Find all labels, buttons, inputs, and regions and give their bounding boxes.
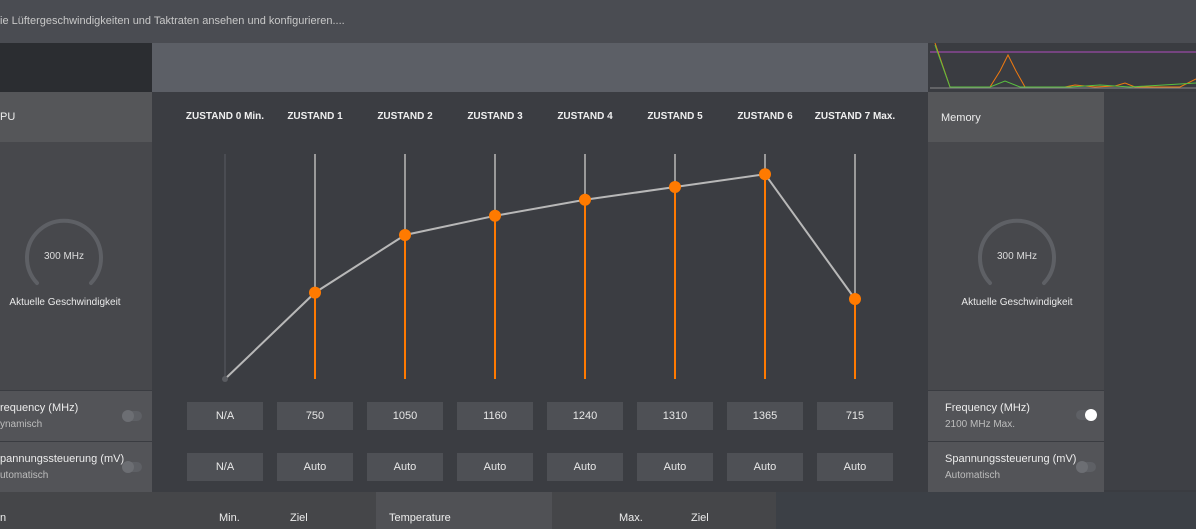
target-column-label-2: Ziel: [691, 512, 709, 524]
state-0-handle: [222, 376, 228, 382]
state-label-1: ZUSTAND 1: [287, 111, 343, 122]
nav-band-left: [0, 43, 152, 92]
state-1-voltage-box[interactable]: Auto: [277, 453, 353, 481]
memory-gauge-label: Aktuelle Geschwindigkeit: [961, 297, 1073, 308]
gpu-gauge-panel: 300 MHz Aktuelle Geschwindigkeit: [0, 142, 152, 390]
memory-frequency-title: Frequency (MHz): [945, 402, 1030, 414]
memory-panel-header: Memory: [928, 92, 1104, 142]
right-panel-strip-lower: [1104, 390, 1196, 490]
memory-voltage-mode: Automatisch: [945, 470, 1001, 481]
gpu-voltage-mode: utomatisch: [0, 470, 49, 481]
target-column-label: Ziel: [290, 512, 308, 524]
nav-band: [152, 43, 928, 92]
state-7-handle[interactable]: [849, 293, 861, 305]
gpu-voltage-row: pannungssteuerung (mV) utomatisch: [0, 442, 152, 492]
gpu-voltage-toggle[interactable]: [122, 461, 142, 473]
gpu-gauge-value: 300 MHz: [43, 251, 84, 262]
gpu-frequency-mode: ynamisch: [0, 419, 43, 430]
page-subtitle: ie Lüftergeschwindigkeiten und Taktraten…: [0, 15, 345, 27]
state-label-6: ZUSTAND 6: [737, 111, 793, 122]
state-4-handle[interactable]: [579, 193, 591, 206]
memory-frequency-row: Frequency (MHz) 2100 MHz Max.: [928, 391, 1104, 441]
state-6-handle[interactable]: [759, 168, 771, 181]
state-slider-chart[interactable]: [152, 150, 928, 390]
state-6-voltage-box[interactable]: Auto: [727, 453, 803, 481]
gpu-panel-title: PU: [0, 111, 16, 123]
gpu-frequency-row: requency (MHz) ynamisch: [0, 391, 152, 441]
state-2-voltage-box[interactable]: Auto: [367, 453, 443, 481]
memory-frequency-max: 2100 MHz Max.: [945, 419, 1016, 430]
state-0-voltage-box[interactable]: N/A: [187, 453, 263, 481]
state-1-frequency-box[interactable]: 750: [277, 402, 353, 430]
memory-voltage-title: Spannungssteuerung (mV): [945, 453, 1077, 465]
max-column-label: Max.: [619, 512, 643, 524]
state-5-frequency-box[interactable]: 1310: [637, 402, 713, 430]
min-column-label: Min.: [219, 512, 240, 524]
state-2-handle[interactable]: [399, 229, 411, 241]
state-5-voltage-box[interactable]: Auto: [637, 453, 713, 481]
state-label-4: ZUSTAND 4: [557, 111, 613, 122]
fan-section-right: [776, 492, 1196, 529]
memory-gauge-panel: 300 MHz Aktuelle Geschwindigkeit: [928, 142, 1104, 390]
state-label-7: ZUSTAND 7 Max.: [814, 111, 896, 122]
gpu-frequency-title: requency (MHz): [0, 402, 79, 414]
temperature-column-label: Temperature: [389, 512, 451, 524]
memory-gauge-value: 300 MHz: [996, 251, 1037, 262]
state-label-5: ZUSTAND 5: [647, 111, 703, 122]
state-4-frequency-box[interactable]: 1240: [547, 402, 623, 430]
state-3-handle[interactable]: [489, 209, 501, 222]
state-label-3: ZUSTAND 3: [467, 111, 523, 122]
state-3-voltage-box[interactable]: Auto: [457, 453, 533, 481]
memory-voltage-toggle[interactable]: [1076, 461, 1096, 473]
gpu-gauge-label: Aktuelle Geschwindigkeit: [9, 297, 121, 308]
state-0-frequency-box[interactable]: N/A: [187, 402, 263, 430]
gpu-frequency-toggle[interactable]: [122, 410, 142, 422]
state-2-frequency-box[interactable]: 1050: [367, 402, 443, 430]
state-7-voltage-box[interactable]: Auto: [817, 453, 893, 481]
graph-series-green: [934, 44, 1196, 88]
state-6-frequency-box[interactable]: 1365: [727, 402, 803, 430]
state-curve-line: [224, 173, 856, 380]
activity-mini-graph: [930, 43, 1196, 89]
state-3-frequency-box[interactable]: 1160: [457, 402, 533, 430]
gpu-voltage-title: pannungssteuerung (mV): [0, 453, 125, 465]
graph-series-orange: [934, 43, 1196, 88]
state-1-handle[interactable]: [309, 286, 321, 299]
right-panel-strip: [1104, 92, 1196, 390]
memory-voltage-row: Spannungssteuerung (mV) Automatisch: [928, 442, 1104, 492]
state-label-0: ZUSTAND 0 Min.: [185, 111, 265, 122]
memory-panel-title: Memory: [941, 112, 981, 124]
memory-frequency-toggle[interactable]: [1076, 409, 1097, 421]
state-7-frequency-box[interactable]: 715: [817, 402, 893, 430]
fan-section-label: n: [0, 512, 7, 524]
state-5-handle[interactable]: [669, 181, 681, 193]
state-4-voltage-box[interactable]: Auto: [547, 453, 623, 481]
state-label-2: ZUSTAND 2: [377, 111, 433, 122]
gpu-panel-header: PU: [0, 92, 152, 142]
